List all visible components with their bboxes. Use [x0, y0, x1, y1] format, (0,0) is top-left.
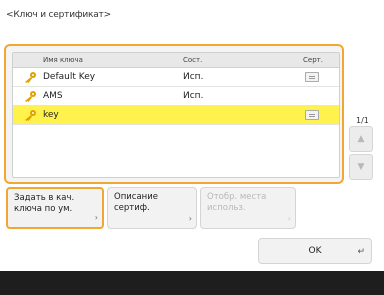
key-icon — [25, 110, 36, 121]
arrow-down-icon: ▼ — [357, 162, 365, 172]
key-icon — [25, 72, 36, 83]
button-label-line: сертиф. — [114, 203, 150, 213]
chevron-right-icon: › — [287, 214, 291, 223]
scroll-down-button[interactable]: ▼ — [349, 154, 373, 180]
button-label-line: Описание — [114, 192, 158, 202]
certificate-icon — [305, 72, 319, 82]
show-usage-locations-button[interactable]: Отобр. места использ. › — [200, 187, 296, 229]
return-icon: ↵ — [357, 247, 365, 257]
key-list: Имя ключа Сост. Серт. Default Key Исп. A… — [12, 52, 340, 178]
bottom-bar — [0, 271, 384, 295]
certificate-details-button[interactable]: Описание сертиф. › — [107, 187, 197, 229]
column-header-cert: Серт. — [303, 56, 323, 64]
chevron-right-icon: › — [188, 214, 192, 223]
key-status: Исп. — [183, 72, 204, 82]
list-item-key[interactable]: key — [13, 106, 339, 125]
key-list-panel: Имя ключа Сост. Серт. Default Key Исп. A… — [4, 44, 344, 184]
button-label-line: Задать в кач. — [14, 193, 75, 203]
key-name: key — [43, 110, 59, 120]
page-title: <Ключ и сертификат> — [6, 10, 111, 20]
arrow-up-icon: ▲ — [357, 134, 365, 144]
column-header-key-name: Имя ключа — [43, 56, 83, 64]
button-label-line: использ. — [207, 203, 246, 213]
key-status: Исп. — [183, 91, 204, 101]
button-label-line: ключа по ум. — [14, 204, 73, 214]
ok-button[interactable]: OK ↵ — [258, 238, 372, 264]
page-indicator: 1/1 — [356, 116, 369, 125]
key-icon — [25, 91, 36, 102]
set-default-key-button[interactable]: Задать в кач. ключа по ум. › — [6, 187, 104, 229]
ok-label: OK — [308, 246, 322, 256]
list-header: Имя ключа Сост. Серт. — [13, 53, 339, 68]
chevron-right-icon: › — [94, 213, 98, 222]
column-header-status: Сост. — [183, 56, 203, 64]
scroll-up-button[interactable]: ▲ — [349, 126, 373, 152]
key-name: AMS — [43, 91, 63, 101]
list-item-ams[interactable]: AMS Исп. — [13, 87, 339, 106]
list-item-default-key[interactable]: Default Key Исп. — [13, 68, 339, 87]
key-name: Default Key — [43, 72, 96, 82]
button-label-line: Отобр. места — [207, 192, 267, 202]
certificate-icon — [305, 110, 319, 120]
